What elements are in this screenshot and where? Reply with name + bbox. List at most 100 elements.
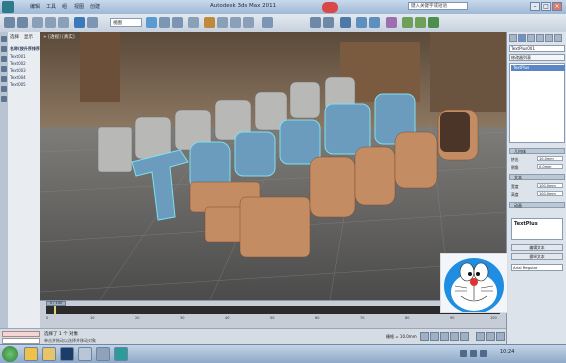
3dsmax-icon[interactable]: [114, 347, 128, 361]
help-search-input[interactable]: 键入关键字或短语: [408, 2, 468, 10]
layers-icon[interactable]: [340, 17, 351, 28]
minimize-button[interactable]: –: [530, 2, 540, 11]
list-item[interactable]: Text004: [10, 75, 26, 80]
stack-item[interactable]: TextPlus: [511, 65, 565, 71]
tool-icon[interactable]: [1, 46, 7, 52]
scale-icon[interactable]: [172, 17, 183, 28]
start-button-icon[interactable]: [2, 346, 18, 362]
maximize-button[interactable]: □: [541, 2, 551, 11]
curve-editor-icon[interactable]: [356, 17, 367, 28]
tool-icon[interactable]: [1, 86, 7, 92]
create-tab-icon[interactable]: [509, 34, 517, 42]
tray-icon[interactable]: [460, 350, 467, 357]
reference-coordinate-dropdown[interactable]: 视图: [110, 18, 142, 27]
go-start-icon[interactable]: [420, 332, 429, 341]
motion-tab-icon[interactable]: [536, 34, 544, 42]
display-tab-icon[interactable]: [545, 34, 553, 42]
tick-label: 50: [270, 316, 275, 320]
go-end-icon[interactable]: [460, 332, 469, 341]
extrude-field[interactable]: 10.0mm: [537, 156, 563, 161]
snap-icon[interactable]: [204, 17, 215, 28]
list-item[interactable]: Text003: [10, 68, 26, 73]
edit-text-button[interactable]: 编辑文本: [511, 244, 563, 251]
modify-tab-icon[interactable]: [518, 34, 526, 42]
image-icon[interactable]: [96, 347, 110, 361]
folder-icon[interactable]: [42, 347, 56, 361]
photoshop-icon[interactable]: [60, 347, 74, 361]
select-icon[interactable]: [74, 17, 85, 28]
move-icon[interactable]: [146, 17, 157, 28]
link-icon[interactable]: [32, 17, 43, 28]
width-field[interactable]: 100.0mm: [537, 183, 563, 188]
explorer-tab-display[interactable]: 显示: [24, 34, 33, 40]
spinner-snap-icon[interactable]: [243, 17, 254, 28]
explorer-header[interactable]: 名称(按升序排序): [10, 46, 42, 52]
align-icon[interactable]: [323, 17, 334, 28]
rollout-text[interactable]: 文本: [509, 174, 565, 180]
play-icon[interactable]: [440, 332, 449, 341]
time-cursor[interactable]: [54, 306, 56, 314]
ie-icon[interactable]: [24, 347, 38, 361]
app-logo-icon[interactable]: [2, 1, 14, 13]
next-frame-icon[interactable]: [450, 332, 459, 341]
menu-edit[interactable]: 编辑: [30, 3, 40, 10]
tray-icon[interactable]: [480, 350, 487, 357]
tool-icon[interactable]: [1, 96, 7, 102]
modifier-list-dropdown[interactable]: 修改器列表: [509, 54, 565, 61]
hierarchy-tab-icon[interactable]: [527, 34, 535, 42]
text-preview-box[interactable]: TextPlus: [511, 218, 563, 240]
maxscript-listener[interactable]: [2, 331, 40, 337]
field-label: 倒角: [511, 165, 519, 170]
mirror-icon[interactable]: [310, 17, 321, 28]
field-label: 挤出: [511, 157, 519, 162]
schematic-icon[interactable]: [369, 17, 380, 28]
bind-icon[interactable]: [58, 17, 69, 28]
tool-icon[interactable]: [1, 66, 7, 72]
zoom-icon[interactable]: [476, 332, 485, 341]
perspective-viewport[interactable]: + [透视] [真实]: [40, 32, 506, 300]
orbit-icon[interactable]: [486, 332, 495, 341]
undo-icon[interactable]: [4, 17, 15, 28]
object-name-field[interactable]: TextPlus001: [509, 45, 565, 52]
tool-icon[interactable]: [1, 36, 7, 42]
named-sets-icon[interactable]: [262, 17, 273, 28]
menu-views[interactable]: 视图: [74, 3, 84, 10]
render-icon[interactable]: [428, 17, 439, 28]
pivot-icon[interactable]: [188, 17, 199, 28]
close-button[interactable]: ×: [552, 2, 562, 11]
angle-snap-icon[interactable]: [217, 17, 228, 28]
rollout-geometry[interactable]: 几何体: [509, 148, 565, 154]
height-field[interactable]: 100.0mm: [537, 191, 563, 196]
select-name-icon[interactable]: [87, 17, 98, 28]
material-editor-icon[interactable]: [386, 17, 397, 28]
manipulate-text-button[interactable]: 操纵文本: [511, 253, 563, 260]
maximize-viewport-icon[interactable]: [496, 332, 505, 341]
bevel-field[interactable]: 0.0mm: [537, 164, 563, 169]
menu-group[interactable]: 组: [62, 3, 67, 10]
grid-readout: 栅格 = 10.0mm: [386, 334, 417, 339]
unlink-icon[interactable]: [45, 17, 56, 28]
list-item[interactable]: Text001: [10, 54, 26, 59]
rollout-animation[interactable]: 动画: [509, 202, 565, 208]
viewport-label[interactable]: + [透视] [真实]: [43, 34, 75, 40]
player-icon[interactable]: [78, 347, 92, 361]
tray-icon[interactable]: [470, 350, 477, 357]
clock[interactable]: 10:24: [500, 349, 514, 355]
track-bar[interactable]: [46, 306, 500, 314]
percent-snap-icon[interactable]: [230, 17, 241, 28]
redo-icon[interactable]: [17, 17, 28, 28]
render-setup-icon[interactable]: [402, 17, 413, 28]
list-item[interactable]: Text002: [10, 61, 26, 66]
list-item[interactable]: Text005: [10, 82, 26, 87]
tool-icon[interactable]: [1, 56, 7, 62]
render-frame-icon[interactable]: [415, 17, 426, 28]
menu-create[interactable]: 创建: [90, 3, 100, 10]
prev-frame-icon[interactable]: [430, 332, 439, 341]
explorer-tab-select[interactable]: 选择: [10, 34, 19, 40]
utilities-tab-icon[interactable]: [554, 34, 562, 42]
tool-icon[interactable]: [1, 76, 7, 82]
menu-tools[interactable]: 工具: [46, 3, 56, 10]
tick-label: 60: [315, 316, 320, 320]
font-dropdown[interactable]: Arial Regular: [511, 264, 563, 271]
rotate-icon[interactable]: [159, 17, 170, 28]
